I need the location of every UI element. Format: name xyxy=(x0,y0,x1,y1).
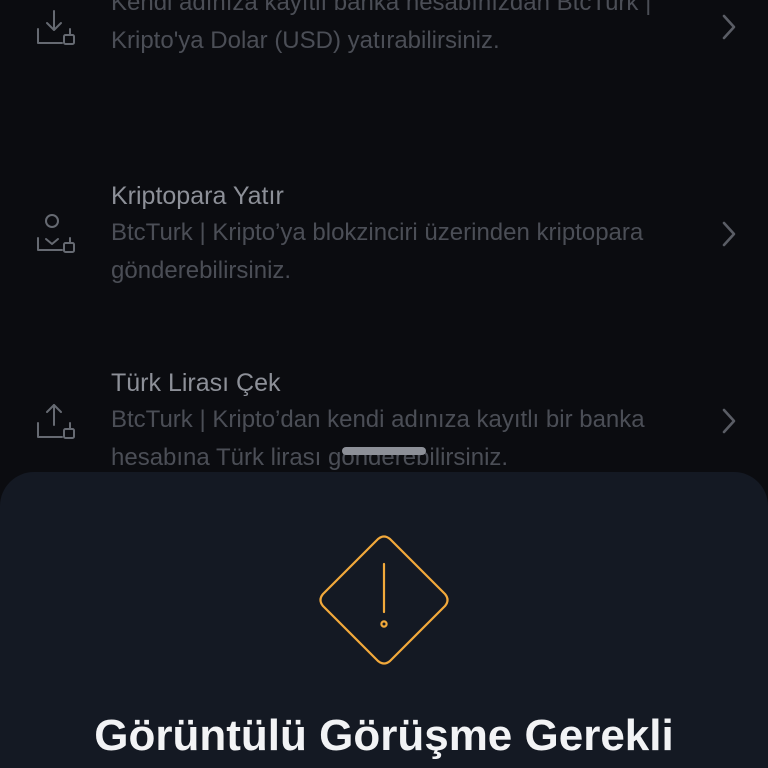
list-item-title: Türk Lirası Çek xyxy=(111,369,281,397)
sheet-title: Görüntülü Görüşme Gerekli xyxy=(94,711,674,760)
list-item-description: BtcTurk | Kripto’ya blokzinciri üzerinde… xyxy=(111,219,644,284)
upload-tray-icon xyxy=(32,399,76,443)
list-item-texts: Türk Lirası Çek BtcTurk | Kripto’dan ken… xyxy=(111,365,671,477)
list-item-usd-deposit[interactable]: Kendi adınıza kayıtlı banka hesabınızdan… xyxy=(0,0,768,114)
sheet-drag-handle[interactable] xyxy=(342,447,426,455)
list-item-title: Kriptopara Yatır xyxy=(111,182,284,210)
chevron-right-icon[interactable] xyxy=(718,12,740,42)
chevron-right-icon[interactable] xyxy=(718,406,740,436)
screen: Kendi adınıza kayıtlı banka hesabınızdan… xyxy=(0,0,768,768)
list-item-description: Kendi adınıza kayıtlı banka hesabınızdan… xyxy=(111,0,652,54)
bottom-sheet: Görüntülü Görüşme Gerekli xyxy=(0,472,768,768)
list-item-texts: Kriptopara Yatır BtcTurk | Kripto’ya blo… xyxy=(111,178,671,290)
crypto-deposit-icon xyxy=(32,212,76,256)
chevron-right-icon[interactable] xyxy=(718,219,740,249)
list-item-description: BtcTurk | Kripto’dan kendi adınıza kayıt… xyxy=(111,406,645,471)
list-item-crypto-deposit[interactable]: Kriptopara Yatır BtcTurk | Kripto’ya blo… xyxy=(0,176,768,326)
list-item-texts: Kendi adınıza kayıtlı banka hesabınızdan… xyxy=(111,0,671,60)
download-tray-icon xyxy=(32,5,76,49)
warning-diamond-icon xyxy=(318,534,450,666)
